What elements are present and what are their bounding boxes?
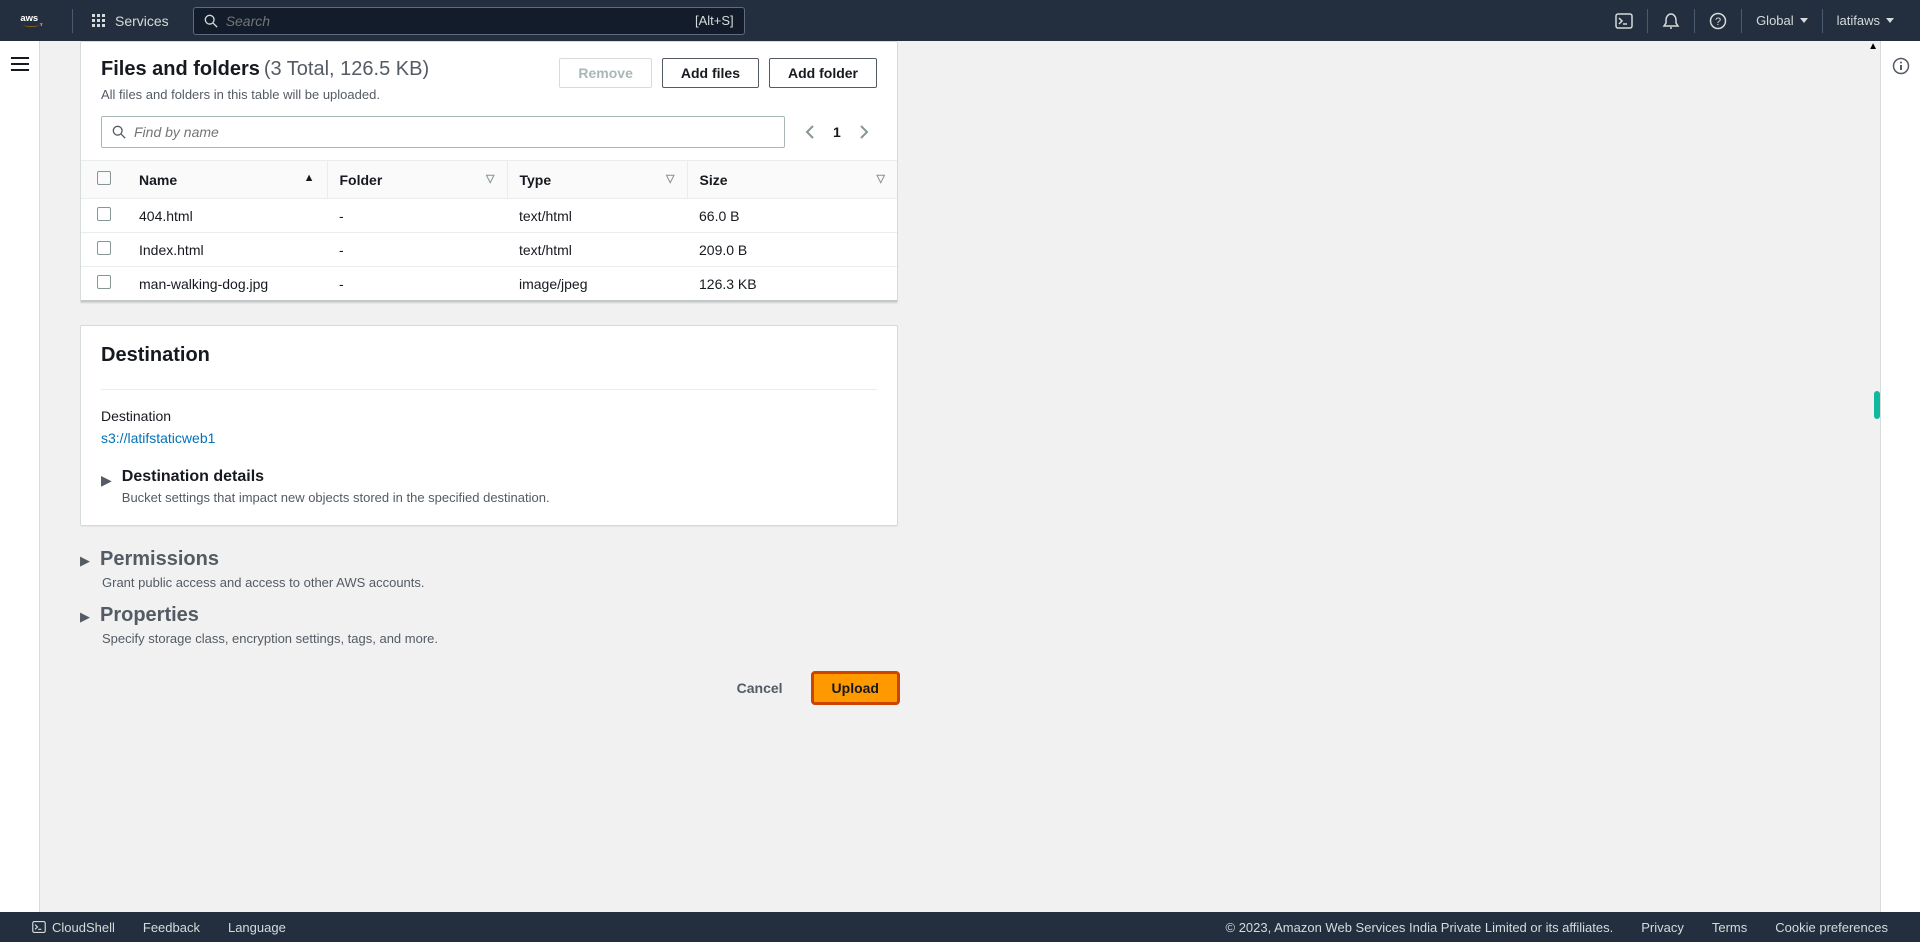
svg-text:?: ? bbox=[1715, 16, 1721, 28]
cell-name: man-walking-dog.jpg bbox=[127, 267, 327, 302]
permissions-sub: Grant public access and access to other … bbox=[102, 575, 898, 590]
terms-link[interactable]: Terms bbox=[1698, 920, 1761, 935]
files-title-meta: (3 Total, 126.5 KB) bbox=[264, 58, 429, 80]
account-menu[interactable]: latifaws bbox=[1822, 9, 1908, 33]
user-label: latifaws bbox=[1837, 13, 1880, 28]
info-icon[interactable] bbox=[1892, 57, 1910, 912]
cookie-prefs-link[interactable]: Cookie preferences bbox=[1761, 920, 1902, 935]
language-link[interactable]: Language bbox=[214, 920, 300, 935]
destination-details-title: Destination details bbox=[122, 468, 550, 486]
remove-button[interactable]: Remove bbox=[559, 58, 651, 88]
permissions-title: Permissions bbox=[100, 548, 219, 571]
destination-details-toggle[interactable]: ▶ Destination details Bucket settings th… bbox=[101, 468, 877, 505]
pager-prev-icon[interactable] bbox=[805, 125, 815, 139]
copyright-text: © 2023, Amazon Web Services India Privat… bbox=[1212, 920, 1628, 935]
help-icon[interactable]: ? bbox=[1694, 9, 1741, 33]
cell-folder: - bbox=[327, 199, 507, 233]
region-selector[interactable]: Global bbox=[1741, 9, 1822, 33]
caret-down-icon bbox=[1886, 18, 1894, 23]
right-rail bbox=[1880, 41, 1920, 912]
checkbox-all[interactable] bbox=[97, 171, 111, 185]
cell-name: Index.html bbox=[127, 233, 327, 267]
cell-type: image/jpeg bbox=[507, 267, 687, 302]
row-checkbox[interactable] bbox=[97, 241, 111, 255]
files-subtitle: All files and folders in this table will… bbox=[101, 87, 559, 102]
cell-folder: - bbox=[327, 267, 507, 302]
pagination: 1 bbox=[805, 124, 869, 140]
triangle-right-icon: ▶ bbox=[80, 553, 90, 569]
properties-sub: Specify storage class, encryption settin… bbox=[102, 631, 898, 646]
bottom-bar: CloudShell Feedback Language © 2023, Ama… bbox=[0, 912, 1920, 942]
footer-actions: Cancel Upload bbox=[80, 660, 898, 716]
add-files-button[interactable]: Add files bbox=[662, 58, 759, 88]
triangle-right-icon: ▶ bbox=[101, 472, 112, 489]
grid-icon bbox=[91, 13, 107, 29]
add-folder-button[interactable]: Add folder bbox=[769, 58, 877, 88]
cell-type: text/html bbox=[507, 199, 687, 233]
properties-section: ▶ Properties Specify storage class, encr… bbox=[80, 604, 898, 646]
cloudshell-icon[interactable] bbox=[1601, 9, 1647, 33]
cell-type: text/html bbox=[507, 233, 687, 267]
col-checkbox[interactable] bbox=[81, 161, 127, 199]
scroll-indicator[interactable] bbox=[1874, 391, 1880, 419]
destination-details-sub: Bucket settings that impact new objects … bbox=[122, 490, 550, 505]
sort-icon: ▽ bbox=[486, 172, 494, 185]
search-icon bbox=[204, 14, 218, 28]
cloudshell-button[interactable]: CloudShell bbox=[18, 920, 129, 935]
col-name[interactable]: Name▲ bbox=[127, 161, 327, 199]
properties-title: Properties bbox=[100, 604, 199, 627]
pager-next-icon[interactable] bbox=[859, 125, 869, 139]
hamburger-icon[interactable] bbox=[11, 57, 29, 912]
services-menu-button[interactable]: Services bbox=[73, 13, 187, 29]
destination-link[interactable]: s3://latifstaticweb1 bbox=[101, 430, 215, 446]
feedback-link[interactable]: Feedback bbox=[129, 920, 214, 935]
region-label: Global bbox=[1756, 13, 1794, 28]
destination-title: Destination bbox=[101, 344, 877, 367]
cell-folder: - bbox=[327, 233, 507, 267]
permissions-toggle[interactable]: ▶ Permissions bbox=[80, 548, 898, 571]
permissions-section: ▶ Permissions Grant public access and ac… bbox=[80, 548, 898, 590]
main-content: ▲ Files and folders (3 Total, 126.5 KB) … bbox=[40, 41, 1880, 912]
files-panel: Files and folders (3 Total, 126.5 KB) Al… bbox=[80, 41, 898, 303]
sort-asc-icon: ▲ bbox=[304, 172, 315, 184]
upload-button[interactable]: Upload bbox=[813, 673, 898, 703]
scroll-up-caret[interactable]: ▲ bbox=[1868, 41, 1878, 52]
svg-text:aws: aws bbox=[20, 13, 38, 24]
cell-name: 404.html bbox=[127, 199, 327, 233]
col-folder[interactable]: Folder▽ bbox=[327, 161, 507, 199]
aws-logo[interactable]: aws bbox=[20, 9, 73, 33]
sort-icon: ▽ bbox=[877, 172, 885, 185]
cell-size: 66.0 B bbox=[687, 199, 897, 233]
sort-icon: ▽ bbox=[666, 172, 674, 185]
col-type[interactable]: Type▽ bbox=[507, 161, 687, 199]
triangle-right-icon: ▶ bbox=[80, 609, 90, 625]
notifications-icon[interactable] bbox=[1647, 9, 1694, 33]
cell-size: 209.0 B bbox=[687, 233, 897, 267]
search-icon bbox=[112, 125, 126, 139]
files-table: Name▲ Folder▽ Type▽ Size▽ 404.html - tex… bbox=[81, 160, 897, 302]
col-size[interactable]: Size▽ bbox=[687, 161, 897, 199]
search-shortcut: [Alt+S] bbox=[695, 13, 734, 28]
row-checkbox[interactable] bbox=[97, 207, 111, 221]
page-number: 1 bbox=[833, 124, 841, 140]
table-row[interactable]: Index.html - text/html 209.0 B bbox=[81, 233, 897, 267]
table-row[interactable]: man-walking-dog.jpg - image/jpeg 126.3 K… bbox=[81, 267, 897, 302]
row-checkbox[interactable] bbox=[97, 275, 111, 289]
filter-input[interactable] bbox=[126, 124, 774, 140]
filter-input-wrap[interactable] bbox=[101, 116, 785, 148]
top-nav: aws Services [Alt+S] ? Global latifaws bbox=[0, 0, 1920, 41]
privacy-link[interactable]: Privacy bbox=[1627, 920, 1698, 935]
left-rail bbox=[0, 41, 40, 912]
table-row[interactable]: 404.html - text/html 66.0 B bbox=[81, 199, 897, 233]
caret-down-icon bbox=[1800, 18, 1808, 23]
cancel-button[interactable]: Cancel bbox=[721, 672, 799, 704]
services-label: Services bbox=[115, 13, 169, 29]
global-search[interactable]: [Alt+S] bbox=[193, 7, 745, 35]
properties-toggle[interactable]: ▶ Properties bbox=[80, 604, 898, 627]
search-input[interactable] bbox=[226, 13, 695, 29]
files-title: Files and folders bbox=[101, 58, 260, 80]
cell-size: 126.3 KB bbox=[687, 267, 897, 302]
destination-label: Destination bbox=[101, 408, 877, 424]
destination-panel: Destination Destination s3://latifstatic… bbox=[80, 325, 898, 526]
